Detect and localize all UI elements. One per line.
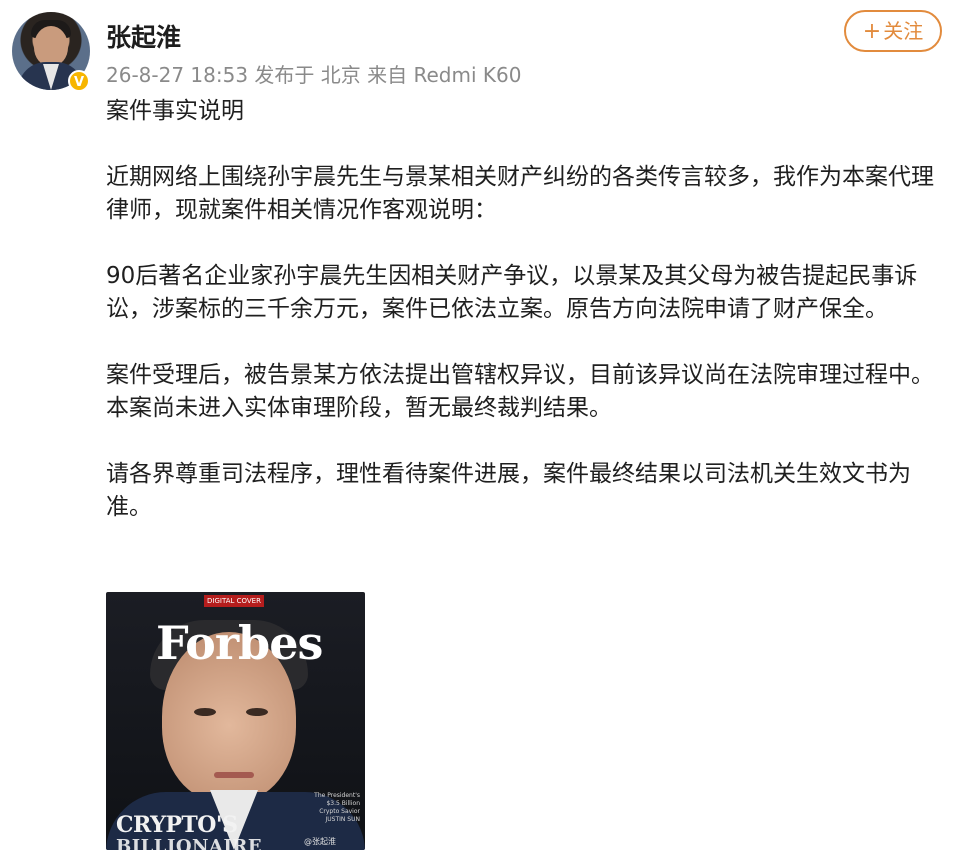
cover-mouth [214, 772, 254, 778]
cover-eye [194, 708, 216, 716]
avatar-face [34, 26, 68, 66]
author-name[interactable]: 张起淮 [106, 18, 181, 54]
post-paragraph: 近期网络上围绕孙宇晨先生与景某相关财产纠纷的各类传言较多，我作为本案代理律师，现… [106, 164, 934, 223]
image-watermark: @张起淮 [304, 837, 336, 846]
plus-icon: + [862, 19, 882, 44]
post-paragraph: 请各界尊重司法程序，理性看待案件进展，案件最终结果以司法机关生效文书为准。 [106, 461, 911, 520]
post-meta: 26-8-27 18:53 发布于 北京 来自 Redmi K60 [106, 63, 522, 87]
follow-label: 关注 [883, 19, 924, 43]
post-body: 案件事实说明 近期网络上围绕孙宇晨先生与景某相关财产纠纷的各类传言较多，我作为本… [106, 95, 942, 557]
verified-badge-icon: V [68, 70, 90, 92]
cover-eye [246, 708, 268, 716]
follow-button[interactable]: + 关注 [844, 10, 942, 52]
cover-headline: CRYPTO'S [116, 812, 238, 838]
post-image[interactable]: DIGITAL COVER Forbes The President's $3.… [106, 592, 365, 850]
cover-brand-logo: Forbes [156, 616, 323, 670]
post-paragraph: 案件受理后，被告景某方依法提出管辖权异议，目前该异议尚在法院审理过程中。本案尚未… [106, 362, 934, 421]
cover-caption: The President's $3.5 Billion Crypto Savi… [314, 792, 360, 823]
cover-tag: DIGITAL COVER [204, 595, 264, 607]
post-title: 案件事实说明 [106, 98, 244, 124]
post-paragraph: 90后著名企业家孙宇晨先生因相关财产争议，以景某及其父母为被告提起民事诉讼，涉案… [106, 263, 918, 322]
